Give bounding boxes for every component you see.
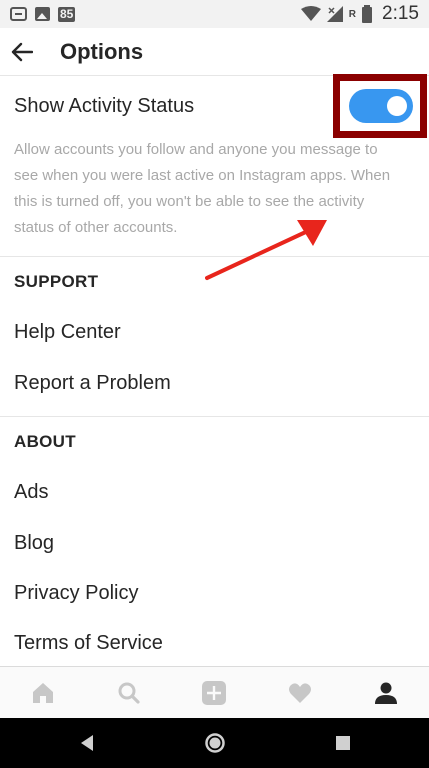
privacy-policy-link[interactable]: Privacy Policy [14,582,138,605]
recents-square-icon [335,736,350,750]
notification-badge: 85 [58,6,76,22]
activity-status-description: Allow accounts you follow and anyone you… [14,141,391,236]
search-icon [118,682,140,704]
nav-back-button[interactable] [72,728,102,758]
home-icon [32,682,53,703]
ads-link[interactable]: Ads [14,481,48,504]
profile-icon [375,682,398,704]
terms-of-service-link[interactable]: Terms of Service [14,632,163,655]
back-arrow-icon [11,42,33,61]
tab-home[interactable] [23,673,63,713]
nav-recents-button[interactable] [328,728,358,758]
support-header: SUPPORT [14,272,99,291]
battery-icon [362,5,373,23]
signal-icon [326,6,343,22]
tab-add[interactable] [194,673,234,713]
activity-status-label: Show Activity Status [14,95,195,117]
status-bar: 85 R 2:15 [0,0,429,28]
nav-home-button[interactable] [200,728,230,758]
tab-profile[interactable] [366,673,406,713]
system-nav-bar [0,718,429,768]
back-button[interactable] [0,30,44,74]
toggle-knob [387,96,407,116]
tab-bar [0,666,429,718]
clock: 2:15 [382,3,419,24]
help-center-link[interactable]: Help Center [14,321,121,344]
tab-activity[interactable] [280,673,320,713]
about-section: ABOUT Ads Blog Privacy Policy Terms of S… [0,418,429,666]
blog-link[interactable]: Blog [14,532,54,555]
image-notification-icon [35,7,50,21]
add-icon [202,680,227,705]
about-header: ABOUT [14,432,76,451]
home-circle-icon [204,733,225,753]
roaming-indicator: R [348,8,357,20]
back-triangle-icon [80,735,93,751]
tab-search[interactable] [109,673,149,713]
header: Options [0,28,429,76]
message-notification-icon [10,7,27,21]
activity-status-section: Show Activity Status Allow accounts you … [0,74,429,280]
report-problem-link[interactable]: Report a Problem [14,372,171,395]
activity-status-toggle[interactable] [349,89,413,123]
wifi-icon [300,6,321,21]
support-section: SUPPORT Help Center Report a Problem [0,258,429,417]
page-title: Options [60,38,144,64]
heart-icon [289,682,312,703]
